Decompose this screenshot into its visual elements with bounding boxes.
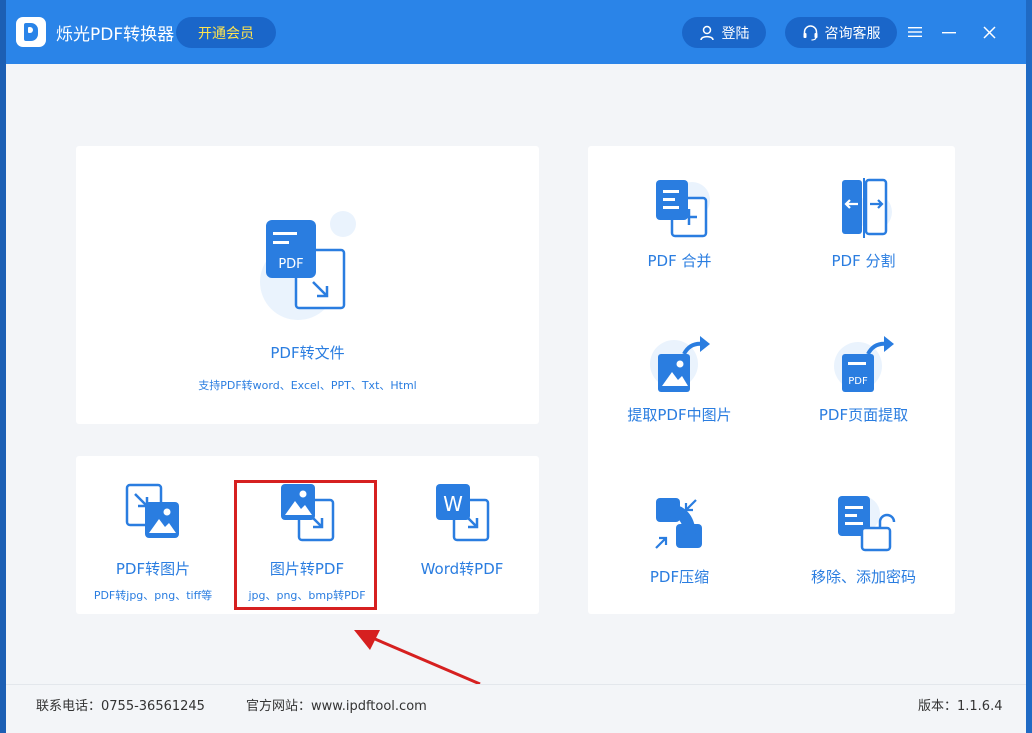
login-label: 登陆 [721,25,750,42]
extract-images-icon [648,332,712,396]
lock-document-icon [832,494,896,554]
pdf-merge-label: PDF 合并 [647,252,712,270]
image-to-pdf-tool[interactable]: 图片转PDF jpg、png、bmp转PDF [232,482,382,603]
pdf-tools-card: PDF 合并 PDF 分割 提取PDF中图片 PDF PDF页面提取 PDF压缩… [588,146,955,614]
official-website[interactable]: 官方网站：www.ipdftool.com [246,695,427,714]
pdf-split-tool[interactable]: PDF 分割 [772,178,955,271]
pdf-split-label: PDF 分割 [831,252,896,270]
close-icon [982,25,996,39]
version-label: 版本：1.1.6.4 [918,699,1003,714]
titlebar: 烁光PDF转换器 开通会员 登陆 咨询客服 [6,0,1026,64]
menu-icon [908,27,922,37]
password-label: 移除、添加密码 [810,568,916,586]
pdf-to-file-tool[interactable]: PDF PDF转文件 支持PDF转word、Excel、PPT、Txt、Html [76,210,539,393]
footer: 联系电话：0755-36561245 官方网站：www.ipdftool.com… [6,684,1026,722]
login-button[interactable]: 登陆 [682,17,766,48]
customer-service-button[interactable]: 咨询客服 [785,17,897,48]
word-to-pdf-label: Word转PDF [420,560,504,578]
image-tools-card: PDF转图片 PDF转jpg、png、tiff等 图片转PDF jpg、png、… [76,456,539,614]
pdf-to-file-sub: 支持PDF转word、Excel、PPT、Txt、Html [198,379,417,392]
pdf-compress-icon [650,494,710,554]
word-to-pdf-tool[interactable]: W Word转PDF [387,482,537,579]
image-to-pdf-sub: jpg、png、bmp转PDF [248,589,366,602]
extract-images-label: 提取PDF中图片 [627,406,732,424]
menu-button[interactable] [901,18,929,46]
desktop-edge-right [1026,0,1032,733]
pdf-to-image-label: PDF转图片 [115,560,191,578]
annotation-arrow [354,630,481,686]
user-icon [699,25,714,40]
pdf-page-extract-tool[interactable]: PDF PDF页面提取 [772,332,955,425]
minimize-icon [942,32,956,34]
app-logo-icon [16,17,46,47]
password-tool[interactable]: 移除、添加密码 [772,494,955,587]
minimize-button[interactable] [935,18,963,46]
close-button[interactable] [975,18,1003,46]
headset-icon [803,25,817,41]
app-window: 烁光PDF转换器 开通会员 登陆 咨询客服 PDF PDF转文件 支持PDF转w… [6,0,1026,733]
svg-text:PDF: PDF [278,257,303,272]
pdf-merge-tool[interactable]: PDF 合并 [588,178,771,271]
contact-phone: 联系电话：0755-36561245 [36,699,205,714]
pdf-page-extract-icon: PDF [832,332,896,396]
pdf-to-file-label: PDF转文件 [270,344,345,362]
svg-text:W: W [443,492,463,516]
pdf-page-extract-label: PDF页面提取 [818,406,909,424]
pdf-split-icon [834,178,894,238]
app-title: 烁光PDF转换器 [56,25,175,45]
pdf-to-image-tool[interactable]: PDF转图片 PDF转jpg、png、tiff等 [78,482,228,603]
image-to-pdf-icon [277,482,337,542]
pdf-to-image-icon [123,482,183,542]
pdf-to-file-icon: PDF [253,210,363,330]
pdf-compress-tool[interactable]: PDF压缩 [588,494,771,587]
pdf-compress-label: PDF压缩 [649,568,710,586]
svg-text:PDF: PDF [848,376,868,387]
customer-service-label: 咨询客服 [824,25,881,42]
image-to-pdf-label: 图片转PDF [269,560,345,578]
pdf-to-file-card[interactable]: PDF PDF转文件 支持PDF转word、Excel、PPT、Txt、Html [76,146,539,424]
pdf-merge-icon [650,178,710,238]
word-to-pdf-icon: W [432,482,492,542]
extract-images-tool[interactable]: 提取PDF中图片 [588,332,771,425]
vip-button[interactable]: 开通会员 [176,17,276,48]
pdf-to-image-sub: PDF转jpg、png、tiff等 [93,589,213,602]
